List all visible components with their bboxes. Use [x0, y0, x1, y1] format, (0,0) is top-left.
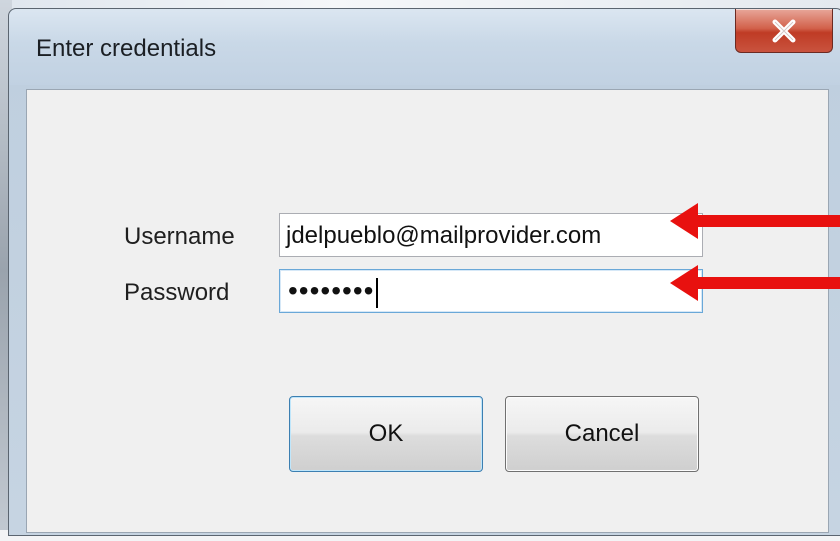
- ok-button[interactable]: OK: [289, 396, 483, 472]
- text-caret: [376, 277, 379, 308]
- ok-button-label: OK: [368, 420, 404, 447]
- title-bar[interactable]: Enter credentials: [9, 9, 840, 85]
- password-mask: ••••••••: [288, 275, 375, 306]
- dialog-client-area: Username jdelpueblo@mailprovider.com Pas…: [26, 89, 829, 533]
- close-button[interactable]: [735, 9, 833, 53]
- username-input[interactable]: jdelpueblo@mailprovider.com: [279, 213, 703, 257]
- username-label: Username: [124, 223, 235, 250]
- password-input[interactable]: ••••••••: [279, 269, 703, 313]
- username-value: jdelpueblo@mailprovider.com: [286, 222, 602, 249]
- dialog-title: Enter credentials: [36, 35, 217, 62]
- password-value: ••••••••: [288, 275, 379, 308]
- password-arrow-icon: [670, 265, 840, 301]
- close-x-icon: [772, 19, 796, 42]
- cancel-button-label: Cancel: [564, 420, 640, 447]
- screen: Enter credentials Username jdelpueblo@ma…: [0, 0, 840, 541]
- cancel-button[interactable]: Cancel: [505, 396, 699, 472]
- username-arrow-icon: [670, 203, 840, 239]
- password-label: Password: [124, 279, 230, 306]
